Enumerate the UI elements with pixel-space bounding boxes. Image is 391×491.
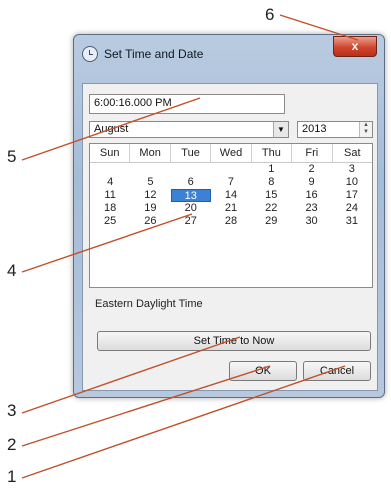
weekday-label: Fri — [292, 144, 333, 162]
set-time-date-dialog: Set Time and Date x 6:00:16.000 PM Augus… — [73, 34, 385, 398]
calendar: Sun Mon Tue Wed Thu Fri Sat 1 2 3 4 5 6 7 8 9 10 11 12 13 1… — [89, 143, 373, 288]
calendar-day[interactable]: 9 — [291, 176, 331, 189]
callout-number-5: 5 — [7, 147, 17, 166]
calendar-day[interactable]: 19 — [130, 202, 170, 215]
calendar-day[interactable]: 26 — [130, 215, 170, 228]
calendar-day[interactable]: 2 — [291, 163, 331, 176]
calendar-day[interactable]: 31 — [332, 215, 372, 228]
weekday-header: Sun Mon Tue Wed Thu Fri Sat — [90, 144, 372, 163]
weekday-label: Tue — [171, 144, 212, 162]
calendar-day[interactable]: 27 — [171, 215, 211, 228]
set-time-to-now-button[interactable]: Set Time to Now — [97, 331, 371, 351]
calendar-day[interactable]: 29 — [251, 215, 291, 228]
calendar-day[interactable]: 16 — [291, 189, 331, 202]
calendar-day[interactable]: 15 — [251, 189, 291, 202]
calendar-empty-cell — [171, 163, 211, 176]
ok-button[interactable]: OK — [229, 361, 297, 381]
calendar-day[interactable]: 6 — [171, 176, 211, 189]
day-grid: 1 2 3 4 5 6 7 8 9 10 11 12 13 14 15 16 17 18 19 20 21 22 23 24 2… — [90, 163, 372, 228]
calendar-day[interactable]: 18 — [90, 202, 130, 215]
calendar-day[interactable]: 11 — [90, 189, 130, 202]
calendar-day[interactable]: 5 — [130, 176, 170, 189]
timezone-label: Eastern Daylight Time — [95, 298, 203, 310]
chevron-down-icon[interactable]: ▼ — [273, 122, 288, 137]
calendar-day[interactable]: 4 — [90, 176, 130, 189]
calendar-empty-cell — [130, 163, 170, 176]
weekday-label: Wed — [211, 144, 252, 162]
weekday-label: Mon — [130, 144, 171, 162]
calendar-day[interactable]: 3 — [332, 163, 372, 176]
cancel-button[interactable]: Cancel — [303, 361, 371, 381]
calendar-day[interactable]: 1 — [251, 163, 291, 176]
month-dropdown-value: August — [94, 123, 129, 135]
callout-number-6: 6 — [265, 5, 275, 24]
calendar-day-selected[interactable]: 13 — [170, 189, 211, 202]
calendar-day[interactable]: 30 — [291, 215, 331, 228]
calendar-day[interactable]: 23 — [291, 202, 331, 215]
clock-icon — [82, 46, 98, 62]
weekday-label: Thu — [252, 144, 293, 162]
title-bar[interactable]: Set Time and Date x — [74, 35, 384, 79]
calendar-empty-cell — [90, 163, 130, 176]
calendar-day[interactable]: 10 — [332, 176, 372, 189]
time-input[interactable]: 6:00:16.000 PM — [89, 94, 285, 114]
calendar-day[interactable]: 20 — [171, 202, 211, 215]
calendar-day[interactable]: 22 — [251, 202, 291, 215]
year-spinner-value: 2013 — [302, 123, 327, 135]
calendar-day[interactable]: 28 — [211, 215, 251, 228]
calendar-day[interactable]: 8 — [251, 176, 291, 189]
month-dropdown[interactable]: August ▼ — [89, 121, 289, 138]
close-button[interactable]: x — [333, 36, 377, 57]
calendar-day[interactable]: 25 — [90, 215, 130, 228]
weekday-label: Sun — [90, 144, 131, 162]
calendar-day[interactable]: 17 — [332, 189, 372, 202]
calendar-day[interactable]: 7 — [211, 176, 251, 189]
callout-number-3: 3 — [7, 401, 17, 420]
dialog-body: 6:00:16.000 PM August ▼ 2013 ▲ ▼ Sun Mon Tu… — [82, 83, 378, 391]
callout-number-4: 4 — [7, 261, 17, 280]
callout-number-1: 1 — [7, 467, 17, 486]
year-spinner[interactable]: 2013 ▲ ▼ — [297, 121, 373, 138]
dialog-title: Set Time and Date — [104, 47, 204, 61]
calendar-day[interactable]: 12 — [130, 189, 170, 202]
callout-number-2: 2 — [7, 435, 17, 454]
calendar-day[interactable]: 14 — [211, 189, 251, 202]
calendar-day[interactable]: 21 — [211, 202, 251, 215]
weekday-label: Sat — [343, 147, 361, 159]
spin-arrows-icon[interactable]: ▲ ▼ — [359, 122, 372, 137]
calendar-empty-cell — [211, 163, 251, 176]
calendar-day[interactable]: 24 — [332, 202, 372, 215]
